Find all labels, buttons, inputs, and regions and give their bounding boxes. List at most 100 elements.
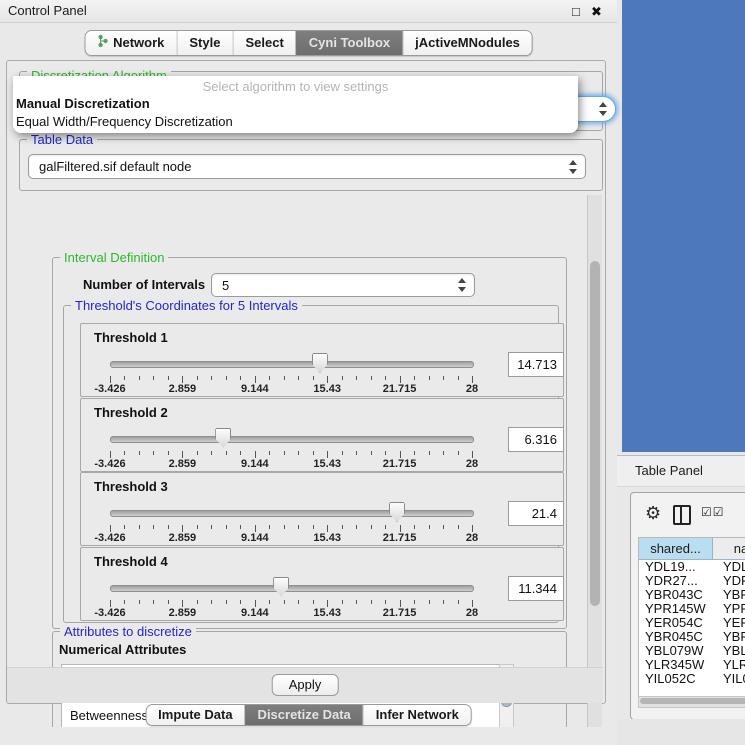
node-table[interactable]: shared... na YDL19...YDL1YDR27...YDR2YBR…	[638, 537, 745, 697]
num-intervals-label: Number of Intervals	[83, 277, 205, 292]
table-panel-title: Table Panel	[635, 463, 703, 478]
cell-name[interactable]: YIL0	[718, 672, 745, 686]
bottom-tab-discretize-data[interactable]: Discretize Data	[245, 705, 363, 725]
cell-name[interactable]: YBL0	[718, 644, 745, 658]
threshold-value-field[interactable]: 21.4	[508, 501, 564, 526]
cell-name[interactable]: YER0	[718, 616, 745, 630]
slider-tick	[472, 600, 473, 607]
slider-tick	[443, 376, 444, 380]
slider-tick-label: 2.859	[169, 607, 197, 619]
slider-tick-label: -3.426	[94, 458, 125, 470]
dropdown-option[interactable]: Equal Width/Frequency Discretization	[15, 114, 576, 129]
network-icon	[97, 34, 108, 51]
tab-jactivemnodules[interactable]: jActiveMNodules	[402, 31, 532, 55]
bottom-tab-impute-data[interactable]: Impute Data	[146, 705, 244, 725]
network-view-window: GAL80GACGAL11GAL4GCY1HHAP2	[622, 0, 745, 452]
slider-thumb[interactable]	[273, 577, 289, 597]
tab-select[interactable]: Select	[232, 31, 295, 55]
table-row[interactable]: YDR27...YDR2	[639, 574, 745, 588]
threshold-label: Threshold 3	[94, 479, 168, 494]
slider-tick-label: 28	[466, 458, 478, 470]
slider-track[interactable]	[110, 585, 474, 592]
cell-shared-name[interactable]: YBR043C	[639, 588, 718, 602]
split-columns-icon[interactable]	[673, 505, 691, 525]
threshold-panel: Threshold 4-3.4262.8599.14415.4321.71528…	[80, 547, 564, 621]
slider-tick	[211, 376, 212, 380]
slider-tick	[313, 525, 314, 529]
dropdown-option[interactable]: Manual Discretization	[15, 96, 576, 111]
table-data-title: Table Data	[27, 132, 97, 147]
slider-tick	[414, 525, 415, 529]
checkbox-columns-icon[interactable]: ☑☑	[701, 505, 725, 519]
column-header-name[interactable]: na	[713, 538, 745, 559]
table-row[interactable]: YBL079WYBL0	[639, 644, 745, 658]
cell-shared-name[interactable]: YDR27...	[639, 574, 718, 588]
table-row[interactable]: YBR043CYBR0	[639, 588, 745, 602]
cell-name[interactable]: YDR2	[718, 574, 745, 588]
tab-label: Impute Data	[158, 707, 232, 722]
slider-track[interactable]	[110, 510, 474, 517]
scrollbar-thumb[interactable]	[590, 261, 600, 606]
thresholds-group: Threshold's Coordinates for 5 Intervals …	[63, 305, 559, 623]
cyni-toolbox-panel: Discretization Algorithm Table Data galF…	[6, 60, 606, 704]
threshold-slider[interactable]: -3.4262.8599.14415.4321.71528	[110, 350, 472, 394]
slider-track[interactable]	[110, 436, 474, 443]
cell-name[interactable]: YLR3	[718, 658, 745, 672]
tab-network[interactable]: Network	[85, 31, 176, 55]
scrollbar-thumb[interactable]	[640, 698, 745, 704]
threshold-slider[interactable]: -3.4262.8599.14415.4321.71528	[110, 499, 472, 543]
table-rows: YDL19...YDL1YDR27...YDR2YBR043CYBR0YPR14…	[639, 560, 745, 686]
cell-shared-name[interactable]: YBR045C	[639, 630, 718, 644]
table-row[interactable]: YPR145WYPR1	[639, 602, 745, 616]
slider-tick	[284, 600, 285, 604]
cell-name[interactable]: YBR0	[718, 630, 745, 644]
slider-tick	[255, 525, 256, 532]
cell-shared-name[interactable]: YDL19...	[639, 560, 718, 574]
num-intervals-spinner[interactable]: 5	[211, 273, 475, 297]
cell-name[interactable]: YPR1	[718, 602, 745, 616]
bottom-tab-infer-network[interactable]: Infer Network	[363, 705, 471, 725]
tab-style[interactable]: Style	[176, 31, 232, 55]
cell-shared-name[interactable]: YLR345W	[639, 658, 718, 672]
slider-tick	[284, 525, 285, 529]
slider-tick	[284, 451, 285, 455]
threshold-slider[interactable]: -3.4262.8599.14415.4321.71528	[110, 574, 472, 618]
threshold-slider[interactable]: -3.4262.8599.14415.4321.71528	[110, 425, 472, 469]
column-header-shared[interactable]: shared...	[639, 538, 713, 559]
cell-shared-name[interactable]: YIL052C	[639, 672, 718, 686]
cell-shared-name[interactable]: YBL079W	[639, 644, 718, 658]
slider-tick	[313, 376, 314, 380]
cell-name[interactable]: YDL1	[718, 560, 745, 574]
cell-shared-name[interactable]: YER054C	[639, 616, 718, 630]
float-window-icon[interactable]: □	[572, 4, 580, 19]
slider-tick	[153, 525, 154, 529]
table-row[interactable]: YBR045CYBR0	[639, 630, 745, 644]
slider-thumb[interactable]	[215, 428, 231, 448]
panel-scrollbar[interactable]	[587, 195, 602, 727]
threshold-value-field[interactable]: 6.316	[508, 427, 564, 452]
thresholds-group-title: Threshold's Coordinates for 5 Intervals	[71, 298, 302, 313]
table-row[interactable]: YLR345WYLR3	[639, 658, 745, 672]
slider-tick-label: 28	[466, 532, 478, 544]
tab-label: Discretize Data	[258, 707, 351, 722]
threshold-value-field[interactable]: 14.713	[508, 352, 564, 377]
slider-thumb[interactable]	[312, 353, 328, 373]
table-row[interactable]: YIL052CYIL0	[639, 672, 745, 686]
table-row[interactable]: YDL19...YDL1	[639, 560, 745, 574]
close-icon[interactable]: ✖	[591, 4, 602, 20]
slider-tick-label: 2.859	[169, 532, 197, 544]
filler	[617, 719, 745, 745]
threshold-value-field[interactable]: 11.344	[508, 576, 564, 601]
table-row[interactable]: YER054CYER0	[639, 616, 745, 630]
slider-tick-label: 15.43	[313, 607, 341, 619]
slider-track[interactable]	[110, 361, 474, 368]
table-data-combobox[interactable]: galFiltered.sif default node	[28, 154, 586, 179]
slider-thumb[interactable]	[389, 502, 405, 522]
cell-shared-name[interactable]: YPR145W	[639, 602, 718, 616]
apply-button[interactable]: Apply	[272, 674, 339, 696]
gear-icon[interactable]: ⚙	[645, 503, 661, 524]
tab-cyni-toolbox[interactable]: Cyni Toolbox	[296, 31, 402, 55]
table-hscrollbar[interactable]	[638, 696, 745, 708]
slider-tick	[124, 525, 125, 529]
cell-name[interactable]: YBR0	[718, 588, 745, 602]
